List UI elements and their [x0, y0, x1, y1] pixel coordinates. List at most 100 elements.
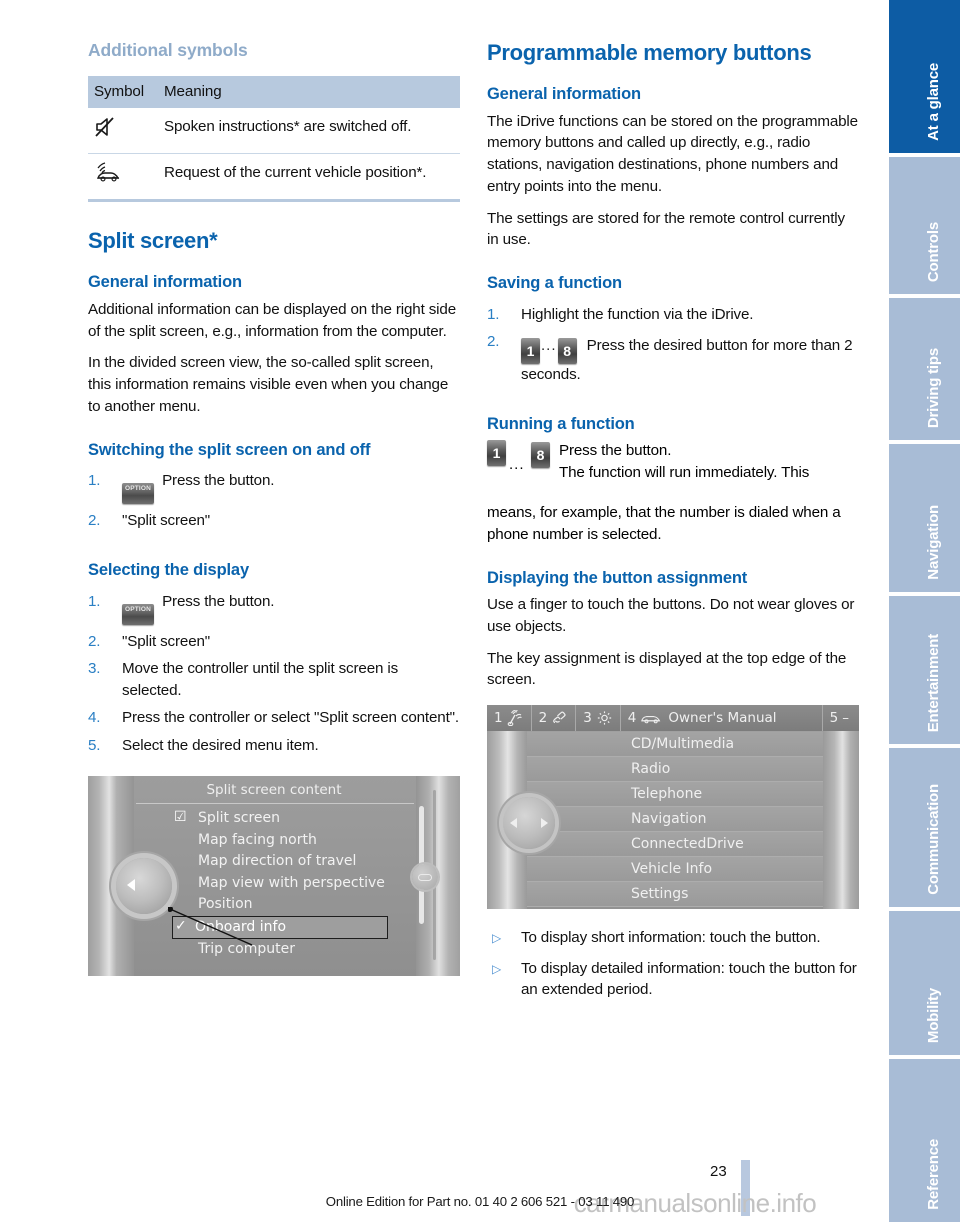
- paragraph: The function will run immediately. This: [559, 463, 810, 481]
- table-cell-meaning: Spoken instructions* are switched off.: [164, 117, 412, 135]
- sidebar-tab-label: At a glance: [925, 63, 942, 141]
- right-column: Programmable memory buttons General info…: [487, 40, 859, 1010]
- step-number: 1.: [487, 305, 500, 323]
- sidebar-tab-communication[interactable]: Communication: [889, 748, 960, 911]
- symbols-table: Symbol Meaning Spoken instructions* are …: [88, 75, 460, 203]
- sidebar-tab-controls[interactable]: Controls: [889, 157, 960, 298]
- paragraph: In the divided screen view, the so-calle…: [88, 354, 449, 415]
- menu-item: Split screen: [174, 807, 424, 830]
- table-row: Spoken instructions* are switched off.: [88, 108, 460, 154]
- signal-waves-icon: [507, 710, 522, 727]
- chapter-sidebar: At a glance Controls Driving tips Naviga…: [889, 0, 960, 1222]
- menu-item: ConnectedDrive: [527, 832, 823, 858]
- vehicle-position-icon: [88, 153, 164, 203]
- list-item: 1. Highlight the function via the iDrive…: [487, 304, 859, 326]
- sidebar-tab-driving-tips[interactable]: Driving tips: [889, 298, 960, 444]
- option-button-icon: OPTION: [122, 603, 154, 625]
- running-a-function-heading: Running a function: [487, 414, 635, 433]
- idrive-split-screen-content-screenshot: Split screen content Split screen Map fa…: [88, 776, 460, 977]
- left-arrow-icon: [127, 879, 135, 892]
- step-number: 1.: [88, 472, 101, 490]
- step-number: 4.: [88, 709, 101, 727]
- idrive-button-assignment-screenshot: 1 2 3 4 Owner's Manual 5 – CD/Multimedia…: [487, 705, 859, 910]
- left-arrow-icon: [510, 818, 517, 829]
- list-item: 1. OPTION Press the button.: [88, 591, 460, 625]
- ellipsis: ...: [509, 456, 525, 474]
- screenshot-title: Split screen content: [206, 782, 342, 799]
- step-text: "Split screen": [122, 512, 211, 530]
- menu-item: Vehicle Info: [527, 857, 823, 883]
- controller-knob-graphic: [116, 858, 172, 915]
- displaying-button-assignment-heading: Displaying the button assignment: [487, 568, 748, 587]
- list-item: 4. Press the controller or select "Split…: [88, 707, 460, 729]
- menu-item: Telephone: [527, 782, 823, 808]
- table-cell-meaning: Request of the current vehicle position*…: [164, 153, 460, 203]
- sidebar-tab-label: Entertainment: [925, 633, 942, 732]
- page-number: 23: [710, 1163, 727, 1180]
- split-screen-general-info-heading: General information: [88, 273, 242, 292]
- sidebar-tab-entertainment[interactable]: Entertainment: [889, 596, 960, 748]
- car-icon: [641, 716, 661, 724]
- step-number: 2.: [88, 512, 101, 530]
- step-text: Select the desired menu item.: [122, 736, 319, 754]
- sidebar-tab-at-a-glance[interactable]: At a glance: [889, 0, 960, 157]
- slot-number: 1: [494, 710, 503, 727]
- step-text: Press the button.: [162, 472, 275, 490]
- phone-handset-icon: [553, 711, 566, 724]
- triangle-bullet-icon: ▷: [492, 961, 502, 976]
- paragraph: Use a finger to touch the buttons. Do no…: [487, 596, 855, 635]
- menu-item: CD/Multimedia: [527, 732, 823, 758]
- option-button-icon: OPTION: [122, 483, 154, 505]
- menu-item: Map view with perspective: [198, 874, 385, 891]
- saving-steps-list: 1. Highlight the function via the iDrive…: [487, 304, 859, 386]
- paragraph: Press the button.: [559, 442, 672, 460]
- sidebar-tab-label: Communication: [925, 784, 942, 895]
- menu-item: Trip computer: [198, 941, 295, 958]
- slot-number: 2: [538, 710, 548, 727]
- step-number: 2.: [487, 333, 500, 351]
- slot-number: 4: [627, 710, 637, 727]
- list-item: 2. 1... 8 Press the desired button for mo…: [487, 331, 859, 386]
- edition-footer-line: Online Edition for Part no. 01 40 2 606 …: [325, 1194, 635, 1209]
- slot-number: 5: [829, 710, 839, 727]
- step-number: 5.: [88, 736, 101, 754]
- step-text: Press the controller or select "Split sc…: [122, 709, 459, 727]
- ellipsis: ...: [541, 337, 557, 355]
- button-assignment-bullets: ▷ To display short information: touch th…: [487, 927, 859, 1001]
- menu-item: Navigation: [527, 807, 823, 833]
- right-arrow-icon: [541, 818, 548, 829]
- title-divider: [136, 803, 414, 805]
- step-number: 1.: [88, 592, 101, 610]
- controller-knob-graphic: [503, 797, 555, 850]
- slot-label: –: [842, 710, 849, 727]
- split-screen-heading: Split screen*: [88, 228, 218, 254]
- saving-a-function-heading: Saving a function: [487, 273, 622, 292]
- selecting-display-heading: Selecting the display: [88, 560, 249, 579]
- paragraph: Additional information can be displayed …: [88, 301, 457, 340]
- memory-slot-1: 1: [487, 705, 532, 732]
- table-row: Request of the current vehicle position*…: [88, 153, 460, 203]
- list-item: ▷ To display short information: touch th…: [487, 927, 859, 949]
- step-text: Press the button.: [162, 592, 275, 610]
- sidebar-tab-label: Controls: [925, 221, 942, 282]
- screenshot-menu-list: Split screen Map facing north Map direct…: [172, 807, 424, 961]
- memory-slot-5: 5 –: [823, 705, 859, 731]
- manual-page: Additional symbols Symbol Meaning Spoken…: [0, 0, 960, 1222]
- selecting-steps-list: 1. OPTION Press the button. 2. "Split sc…: [88, 591, 460, 757]
- menu-item: Position: [198, 896, 253, 913]
- sidebar-tab-navigation[interactable]: Navigation: [889, 444, 960, 596]
- menu-item-selected: Onboard info: [172, 915, 388, 940]
- screenshot-menu-list: CD/Multimedia Radio Telephone Navigation…: [527, 732, 823, 908]
- step-text: Highlight the function via the iDrive.: [521, 305, 754, 323]
- left-column: Additional symbols Symbol Meaning Spoken…: [88, 40, 460, 977]
- step-number: 3.: [88, 660, 101, 678]
- column-header-symbol: Symbol: [88, 75, 164, 108]
- memory-button-1-icon: 1: [487, 440, 506, 467]
- menu-item: Map facing north: [198, 831, 317, 848]
- list-item: 1. OPTION Press the button.: [88, 470, 460, 505]
- memory-button-8-icon: 8: [531, 442, 550, 469]
- sidebar-tab-mobility[interactable]: Mobility: [889, 911, 960, 1059]
- column-header-meaning: Meaning: [164, 75, 460, 108]
- step-text: "Split screen": [122, 632, 211, 650]
- step-text: Move the controller until the split scre…: [122, 660, 399, 699]
